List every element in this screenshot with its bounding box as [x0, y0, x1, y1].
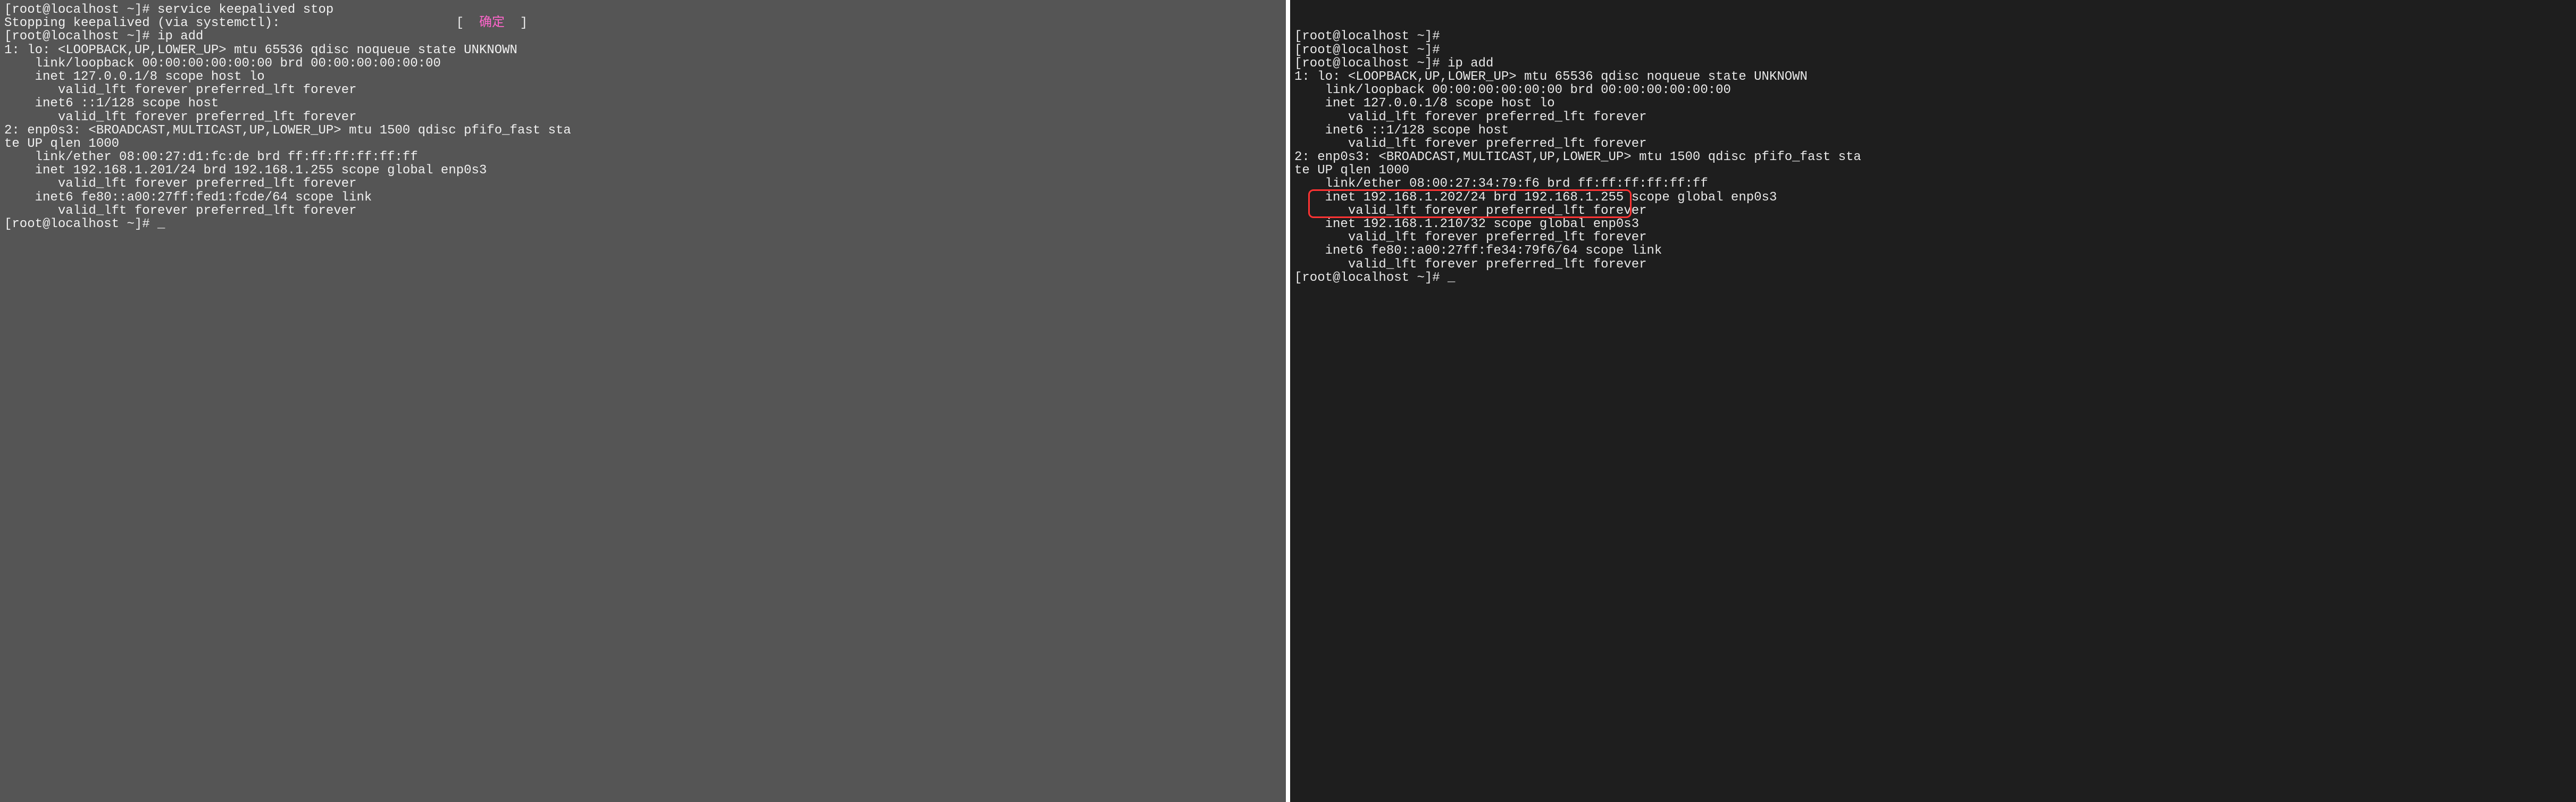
- terminal-line: [root@localhost ~]#: [1294, 30, 2572, 43]
- terminal-line: valid_lft forever preferred_lft forever: [1294, 204, 2572, 218]
- terminal-line: [root@localhost ~]#: [1294, 44, 2572, 57]
- terminal-line: valid_lft forever preferred_lft forever: [1294, 111, 2572, 124]
- terminal-line: [root@localhost ~]# _: [1294, 271, 2572, 285]
- terminal-line: link/ether 08:00:27:34:79:f6 brd ff:ff:f…: [1294, 177, 2572, 190]
- terminal-line: te UP qlen 1000: [4, 137, 1282, 151]
- terminal-line: inet 192.168.1.210/32 scope global enp0s…: [1294, 218, 2572, 231]
- terminal-line: link/loopback 00:00:00:00:00:00 brd 00:0…: [4, 57, 1282, 70]
- terminal-line: valid_lft forever preferred_lft forever: [1294, 137, 2572, 151]
- terminal-line: inet 127.0.0.1/8 scope host lo: [1294, 97, 2572, 110]
- terminal-line: valid_lft forever preferred_lft forever: [1294, 258, 2572, 271]
- terminal-line: inet 127.0.0.1/8 scope host lo: [4, 70, 1282, 83]
- terminal-line: inet6 fe80::a00:27ff:fe34:79f6/64 scope …: [1294, 244, 2572, 257]
- terminal-line: valid_lft forever preferred_lft forever: [4, 177, 1282, 190]
- terminal-line: 1: lo: <LOOPBACK,UP,LOWER_UP> mtu 65536 …: [4, 44, 1282, 57]
- terminal-line: inet6 fe80::a00:27ff:fed1:fcde/64 scope …: [4, 191, 1282, 204]
- terminal-line: inet 192.168.1.201/24 brd 192.168.1.255 …: [4, 164, 1282, 177]
- terminal-line: valid_lft forever preferred_lft forever: [4, 83, 1282, 97]
- terminal-line: te UP qlen 1000: [1294, 164, 2572, 177]
- terminal-line: valid_lft forever preferred_lft forever: [4, 204, 1282, 218]
- terminal-line: [root@localhost ~]# service keepalived s…: [4, 3, 1282, 16]
- terminal-line: valid_lft forever preferred_lft forever: [1294, 231, 2572, 244]
- pane-divider: [1286, 0, 1290, 802]
- terminal-line: 2: enp0s3: <BROADCAST,MULTICAST,UP,LOWER…: [1294, 151, 2572, 164]
- terminal-line: link/ether 08:00:27:d1:fc:de brd ff:ff:f…: [4, 151, 1282, 164]
- terminal-left-pane[interactable]: [root@localhost ~]# service keepalived s…: [0, 0, 1286, 802]
- terminal-line: 2: enp0s3: <BROADCAST,MULTICAST,UP,LOWER…: [4, 124, 1282, 137]
- terminal-line: [root@localhost ~]# _: [4, 218, 1282, 231]
- terminal-right-pane[interactable]: [root@localhost ~]#[root@localhost ~]#[r…: [1290, 0, 2576, 802]
- terminal-line: link/loopback 00:00:00:00:00:00 brd 00:0…: [1294, 83, 2572, 97]
- terminal-line: inet 192.168.1.202/24 brd 192.168.1.255 …: [1294, 191, 2572, 204]
- terminal-line: Stopping keepalived (via systemctl): [ 确…: [4, 16, 1282, 30]
- terminal-line: valid_lft forever preferred_lft forever: [4, 111, 1282, 124]
- terminal-line: inet6 ::1/128 scope host: [1294, 124, 2572, 137]
- terminal-line: [root@localhost ~]# ip add: [1294, 57, 2572, 70]
- terminal-line: inet6 ::1/128 scope host: [4, 97, 1282, 110]
- terminal-line: 1: lo: <LOOPBACK,UP,LOWER_UP> mtu 65536 …: [1294, 70, 2572, 83]
- terminal-line: [root@localhost ~]# ip add: [4, 30, 1282, 43]
